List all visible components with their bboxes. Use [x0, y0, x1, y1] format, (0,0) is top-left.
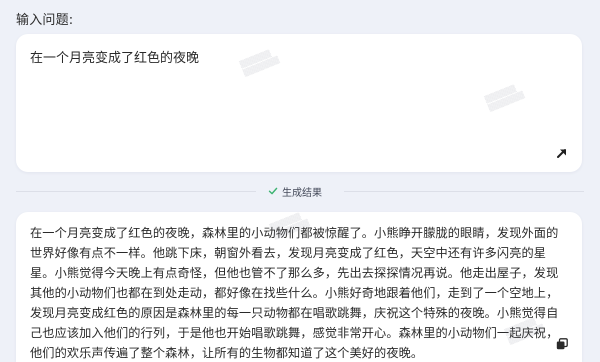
divider-line	[344, 191, 584, 192]
watermark: ▒▒▒▒▒▒ ▒▒▒▒▒▒▒	[484, 84, 526, 113]
check-icon	[268, 187, 278, 195]
answer-text: 在一个月亮变成了红色的夜晚，森林里的小动物们都被惊醒了。小熊睁开朦胧的眼睛，发现…	[30, 226, 559, 360]
copy-icon[interactable]	[556, 338, 568, 350]
result-status: 生成结果	[264, 182, 326, 200]
answer-output-card: 在一个月亮变成了红色的夜晚，森林里的小动物们都被惊醒了。小熊睁开朦胧的眼睛，发现…	[16, 212, 582, 362]
question-text[interactable]: 在一个月亮变成了红色的夜晚	[30, 49, 568, 69]
result-label: 生成结果	[282, 187, 322, 199]
result-divider: 生成结果	[0, 182, 600, 200]
question-input-card[interactable]: 在一个月亮变成了红色的夜晚 ▒▒▒▒▒▒ ▒▒▒▒▒▒▒ ▒▒▒▒▒▒ ▒▒▒▒▒▒…	[16, 34, 582, 172]
input-section-label: 输入问题:	[16, 13, 74, 28]
divider-line	[16, 191, 256, 192]
expand-arrow-icon[interactable]	[556, 147, 568, 159]
page: 输入问题: 在一个月亮变成了红色的夜晚 ▒▒▒▒▒▒ ▒▒▒▒▒▒▒ ▒▒▒▒▒▒…	[0, 0, 600, 362]
